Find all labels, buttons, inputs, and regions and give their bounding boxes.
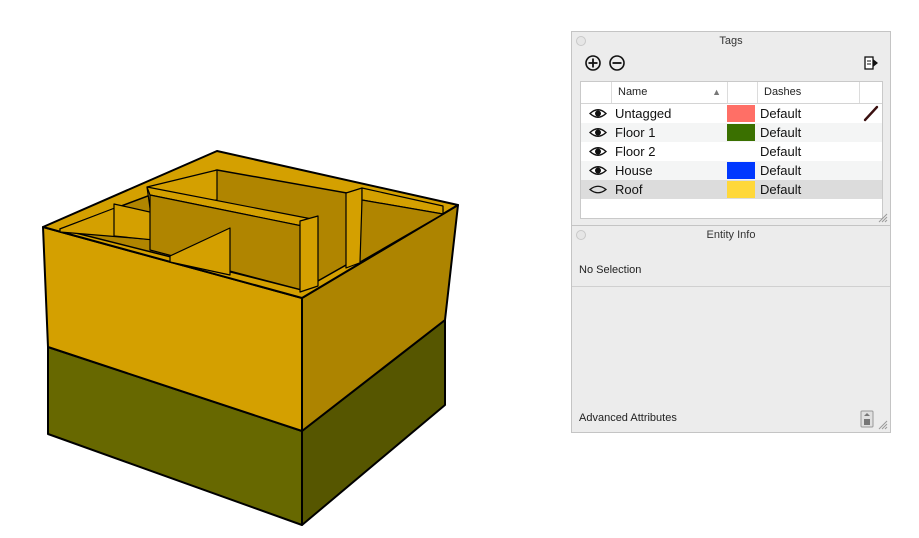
advanced-attributes-label: Advanced Attributes — [579, 412, 677, 424]
model-viewport[interactable] — [0, 0, 560, 538]
tag-color-swatch[interactable] — [727, 181, 755, 198]
tags-table: Name ▲ Dashes Untagged Default Floor 1 D… — [580, 81, 883, 219]
column-color[interactable] — [727, 82, 757, 103]
tag-dashes[interactable]: Default — [760, 142, 801, 161]
tags-toolbar — [572, 50, 890, 76]
tag-name[interactable]: Floor 2 — [615, 142, 655, 161]
tag-color-swatch[interactable] — [727, 105, 755, 122]
tag-name[interactable]: House — [615, 161, 653, 180]
tags-panel: Tags Name ▲ Dashes Untagged Default Floo… — [571, 31, 891, 225]
tag-row[interactable]: House Default — [581, 161, 882, 180]
tags-panel-title-bar[interactable]: Tags — [572, 32, 890, 50]
sort-ascending-icon: ▲ — [712, 87, 721, 97]
eye-visible-icon[interactable] — [589, 164, 607, 177]
tag-dashes[interactable]: Default — [760, 180, 801, 199]
tag-row[interactable]: Floor 2 Default — [581, 142, 882, 161]
tag-row-selected[interactable]: Roof Default — [581, 180, 882, 199]
tag-dashes[interactable]: Default — [760, 161, 801, 180]
column-name[interactable]: Name ▲ — [611, 82, 727, 103]
wall-pillar-center — [299, 215, 319, 293]
eye-visible-icon[interactable] — [589, 145, 607, 158]
column-dashes[interactable]: Dashes — [757, 82, 859, 103]
tag-details-icon[interactable] — [862, 54, 880, 72]
entity-panel-title-bar[interactable]: Entity Info — [572, 226, 890, 244]
pencil-icon[interactable] — [862, 105, 880, 122]
tag-color-swatch[interactable] — [727, 124, 755, 141]
eye-visible-icon[interactable] — [589, 126, 607, 139]
tag-row[interactable]: Untagged Default — [581, 104, 882, 123]
tag-dashes[interactable]: Default — [760, 123, 801, 142]
entity-info-panel: Entity Info No Selection Advanced Attrib… — [571, 225, 891, 433]
eye-hidden-icon[interactable] — [589, 183, 607, 196]
tag-dashes[interactable]: Default — [760, 104, 801, 123]
tag-row[interactable]: Floor 1 Default — [581, 123, 882, 142]
resize-grip-icon[interactable] — [878, 420, 888, 430]
tag-color-swatch[interactable] — [727, 162, 755, 179]
tags-panel-title: Tags — [719, 35, 743, 47]
tags-table-header: Name ▲ Dashes — [581, 82, 882, 104]
eye-visible-icon[interactable] — [589, 107, 607, 120]
panel-close-button[interactable] — [576, 36, 586, 46]
remove-tag-icon[interactable] — [608, 54, 626, 72]
entity-panel-title: Entity Info — [706, 229, 756, 241]
column-edit — [859, 82, 882, 103]
tag-name[interactable]: Roof — [615, 180, 642, 199]
tag-name[interactable]: Untagged — [615, 104, 671, 123]
expand-attributes-icon[interactable] — [860, 410, 874, 428]
tag-color-swatch[interactable] — [727, 143, 755, 160]
panel-close-button[interactable] — [576, 230, 586, 240]
tag-name[interactable]: Floor 1 — [615, 123, 655, 142]
resize-grip-icon[interactable] — [878, 213, 888, 223]
add-tag-icon[interactable] — [584, 54, 602, 72]
divider — [572, 286, 890, 287]
selection-status: No Selection — [579, 264, 642, 276]
column-visibility[interactable] — [581, 82, 611, 103]
